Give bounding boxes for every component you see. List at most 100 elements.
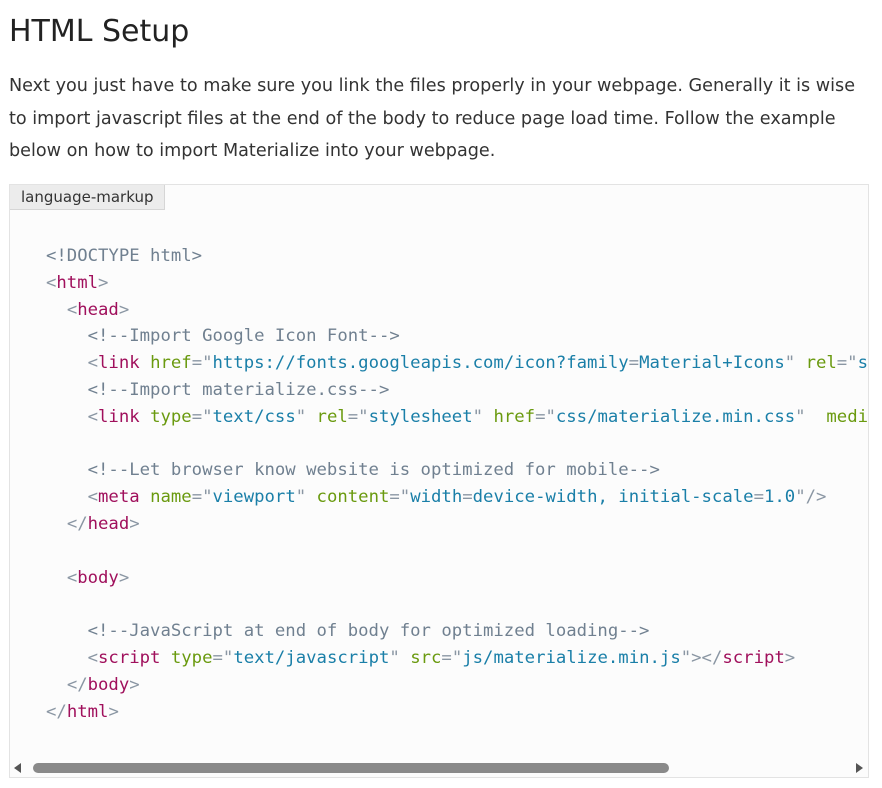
code-token-punct: " bbox=[795, 406, 806, 427]
code-token-tag: script bbox=[98, 647, 161, 668]
code-token-attr: content bbox=[316, 487, 390, 508]
code-token-punct: < bbox=[87, 647, 99, 668]
code-token-tag: link bbox=[98, 353, 140, 374]
code-line: <!--Import Google Icon Font--> bbox=[46, 323, 868, 350]
code-token-value: css/materialize.min.css bbox=[555, 406, 796, 427]
scroll-right-arrow-icon[interactable] bbox=[856, 763, 863, 773]
code-line: <script type="text/javascript" src="js/m… bbox=[46, 645, 868, 672]
code-token-punct: </ bbox=[66, 513, 88, 534]
code-block: language-markup <!DOCTYPE html> <html> <h… bbox=[9, 184, 869, 778]
code-line: <!DOCTYPE html> bbox=[46, 243, 868, 270]
code-token-punct: > bbox=[784, 647, 796, 668]
code-line: <link type="text/css" rel="stylesheet" h… bbox=[46, 404, 869, 431]
code-token-value: viewport bbox=[212, 487, 296, 508]
code-token-attr: name bbox=[150, 487, 192, 508]
code-line: </html> bbox=[46, 699, 868, 726]
code-token-punct: " bbox=[295, 487, 307, 508]
code-token-value: Material+Icons bbox=[639, 353, 785, 374]
code-line: <meta name="viewport" content="width=dev… bbox=[46, 484, 868, 511]
code-token-punct: =" bbox=[389, 487, 411, 508]
code-token-punct: > bbox=[118, 567, 130, 588]
code-token-punct: < bbox=[87, 353, 99, 374]
code-token-punct: > bbox=[129, 513, 140, 534]
code-token-punct: =" bbox=[191, 406, 213, 427]
code-token-punct: > bbox=[129, 674, 140, 695]
code-line: <body> bbox=[46, 565, 868, 592]
code-token-value: st bbox=[857, 353, 868, 374]
code-token-punct: > bbox=[118, 299, 130, 320]
code-line: <!--JavaScript at end of body for optimi… bbox=[46, 618, 868, 645]
code-token-punct: > bbox=[98, 272, 109, 293]
code-token-value: js/materialize.min.js bbox=[462, 647, 681, 668]
code-token-doctype: <!DOCTYPE html> bbox=[46, 246, 203, 266]
code-line: <link href="https://fonts.googleapis.com… bbox=[46, 350, 868, 377]
code-token-attr: type bbox=[150, 406, 192, 427]
code-token-punct: " bbox=[295, 406, 307, 427]
code-line: </head> bbox=[46, 511, 868, 538]
code-token-punct: = bbox=[753, 487, 764, 508]
code-token-punct: "></ bbox=[680, 647, 723, 668]
code-token-punct: =" bbox=[191, 353, 213, 374]
code-token-punct: =" bbox=[212, 647, 234, 668]
code-token-punct: > bbox=[108, 701, 119, 722]
code-token-punct: < bbox=[66, 299, 78, 320]
code-token-attr: src bbox=[410, 647, 442, 668]
code-token-tag: html bbox=[66, 701, 109, 722]
code-token-punct: "/> bbox=[795, 487, 827, 508]
code-token-punct: =" bbox=[347, 406, 369, 427]
code-token-punct: =" bbox=[191, 487, 213, 508]
section-title: HTML Setup bbox=[9, 14, 190, 49]
code-token-attr: href bbox=[493, 406, 536, 427]
code-token-value: device-width, initial-scale bbox=[472, 487, 754, 508]
code-token-tag: head bbox=[77, 299, 119, 320]
code-token-attr: rel bbox=[316, 406, 348, 427]
code-token-attr: type bbox=[170, 647, 213, 668]
code-token-punct: = bbox=[462, 487, 473, 508]
code-token-value: text/javascript bbox=[233, 647, 390, 668]
code-token-attr: media bbox=[826, 406, 869, 427]
code-token-comment: <!--Import Google Icon Font--> bbox=[87, 326, 400, 347]
code-content[interactable]: <!DOCTYPE html> <html> <head> <!--Import … bbox=[46, 243, 869, 726]
code-token-punct: " bbox=[389, 647, 400, 668]
code-token-tag: meta bbox=[98, 487, 140, 508]
code-token-punct: " bbox=[784, 353, 796, 374]
code-token-punct: = bbox=[628, 353, 640, 374]
scrollbar-thumb[interactable] bbox=[33, 763, 669, 773]
code-token-tag: link bbox=[98, 406, 140, 427]
code-line: <!--Import materialize.css--> bbox=[46, 377, 868, 404]
code-token-punct: </ bbox=[66, 674, 88, 695]
code-line: </body> bbox=[46, 672, 868, 699]
code-token-comment: <!--JavaScript at end of body for optimi… bbox=[87, 621, 650, 642]
horizontal-scrollbar[interactable] bbox=[10, 759, 868, 777]
code-token-punct: =" bbox=[441, 647, 463, 668]
code-token-comment: <!--Let browser know website is optimize… bbox=[87, 460, 660, 481]
code-token-tag: body bbox=[77, 567, 119, 588]
code-token-tag: script bbox=[722, 647, 785, 668]
code-line: <head> bbox=[46, 297, 868, 324]
code-line: <!--Let browser know website is optimize… bbox=[46, 457, 868, 484]
scroll-left-arrow-icon[interactable] bbox=[14, 763, 21, 773]
code-token-tag: html bbox=[56, 272, 99, 293]
code-token-punct: < bbox=[87, 406, 99, 427]
code-token-punct: < bbox=[66, 567, 78, 588]
